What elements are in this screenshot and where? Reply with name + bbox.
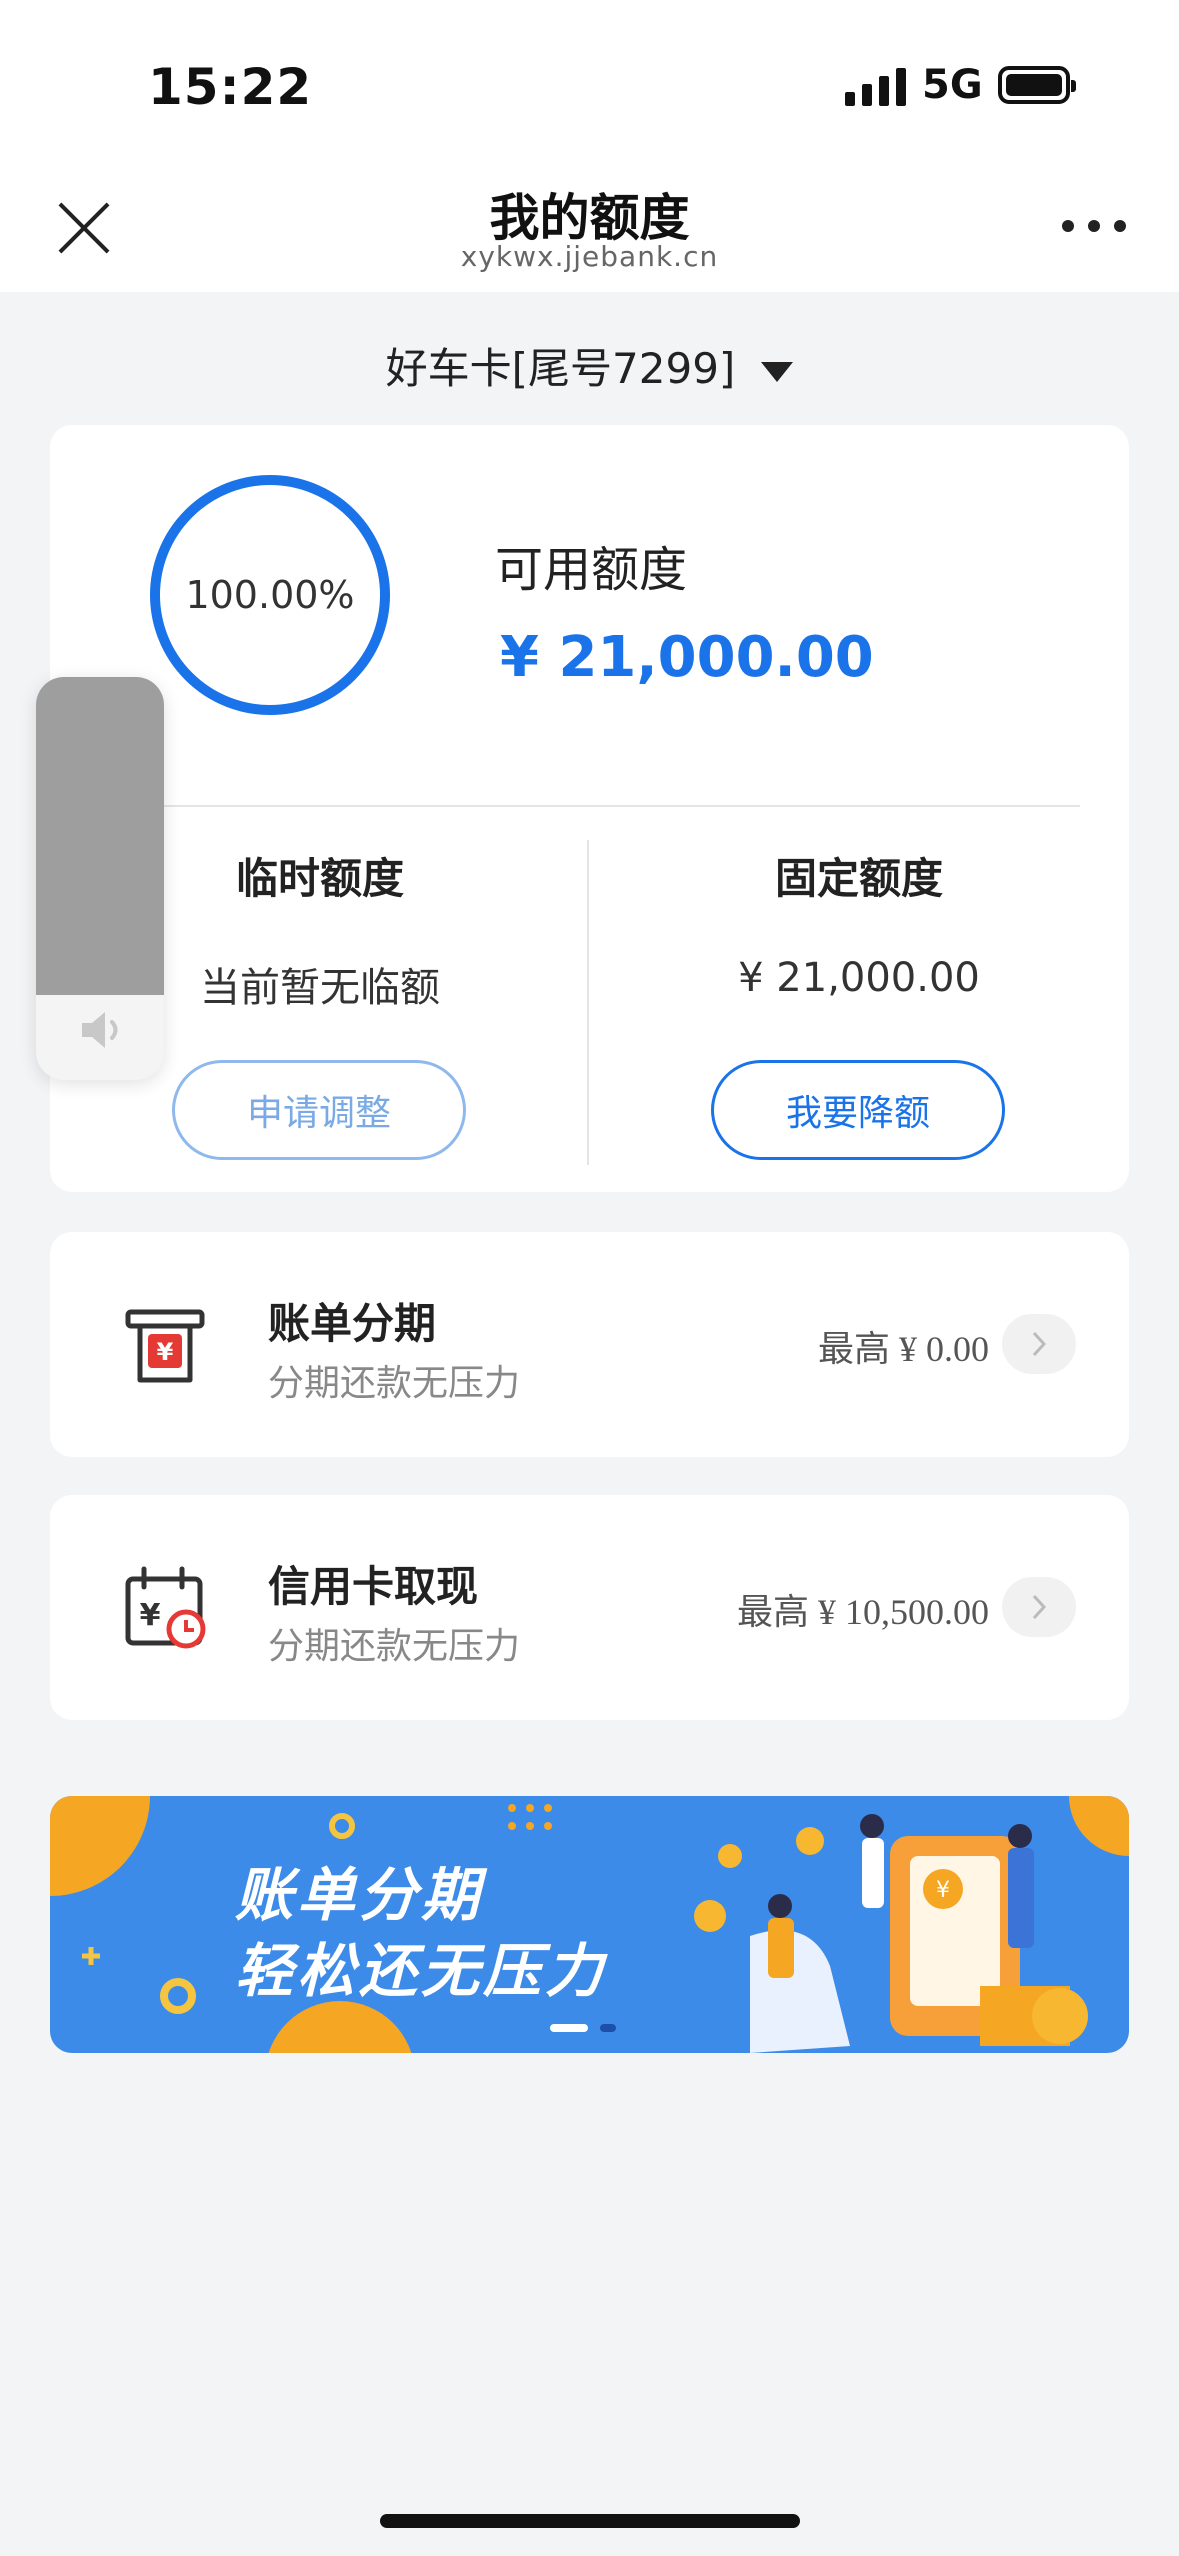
- quota-ring: 100.00%: [150, 475, 390, 715]
- promo-banner[interactable]: ¥ 账单分期 轻松还无压力: [50, 1796, 1129, 2053]
- service-title: 账单分期: [268, 1299, 437, 1348]
- reduce-quota-button[interactable]: 我要降额: [711, 1060, 1005, 1160]
- available-label: 可用额度: [495, 542, 688, 598]
- fixed-quota-text: ¥ 21,000.00: [738, 955, 980, 1001]
- service-row-cash-withdrawal[interactable]: ¥ 信用卡取现 分期还款无压力 最高 ¥ 10,500.00: [50, 1495, 1129, 1720]
- speaker-icon: [82, 1012, 118, 1048]
- signal-icon: [845, 66, 906, 106]
- banner-title-line-2: 轻松还无压力: [235, 1937, 608, 2005]
- status-bar: 15:22 5G: [0, 0, 1179, 160]
- home-indicator: [380, 2514, 800, 2528]
- volume-level: [36, 677, 164, 995]
- more-options-icon[interactable]: [1062, 214, 1126, 238]
- bill-installment-icon: ¥: [125, 1309, 205, 1383]
- volume-overlay[interactable]: [36, 677, 164, 1080]
- service-row-installment[interactable]: ¥ 账单分期 分期还款无压力 最高 ¥ 0.00: [50, 1232, 1129, 1457]
- network-type: 5G: [922, 62, 983, 108]
- battery-icon: [998, 66, 1076, 104]
- service-max-amount: 最高 ¥ 10,500.00: [736, 1592, 989, 1632]
- card-selector-label: 好车卡[尾号7299]: [385, 344, 736, 393]
- svg-text:¥: ¥: [157, 1338, 174, 1366]
- divider: [160, 805, 1080, 807]
- nav-bar: 我的额度 xykwx.jjebank.cn: [0, 160, 1179, 292]
- quota-ring-percent: 100.00%: [185, 573, 355, 617]
- banner-title-line-1: 账单分期: [235, 1861, 484, 1929]
- status-time: 15:22: [148, 58, 313, 116]
- service-max-amount: 最高 ¥ 0.00: [817, 1329, 989, 1369]
- svg-text:¥: ¥: [140, 1598, 161, 1633]
- apply-adjust-button[interactable]: 申请调整: [172, 1060, 466, 1160]
- fixed-quota-title: 固定额度: [774, 854, 943, 903]
- quota-card: 100.00% 可用额度 ¥ 21,000.00 临时额度 当前暂无临额 申请调…: [50, 425, 1129, 1192]
- card-selector[interactable]: 好车卡[尾号7299]: [0, 335, 1179, 396]
- chevron-right-icon[interactable]: [1002, 1577, 1076, 1637]
- available-amount: ¥ 21,000.00: [500, 625, 874, 690]
- svg-text:¥: ¥: [936, 1878, 950, 1903]
- page-url: xykwx.jjebank.cn: [460, 240, 719, 273]
- chevron-right-icon[interactable]: [1002, 1314, 1076, 1374]
- service-subtitle: 分期还款无压力: [268, 1363, 521, 1404]
- cash-withdrawal-icon: ¥: [125, 1566, 206, 1649]
- dropdown-arrow-icon: [761, 361, 794, 382]
- service-subtitle: 分期还款无压力: [268, 1626, 521, 1667]
- service-title: 信用卡取现: [268, 1562, 479, 1611]
